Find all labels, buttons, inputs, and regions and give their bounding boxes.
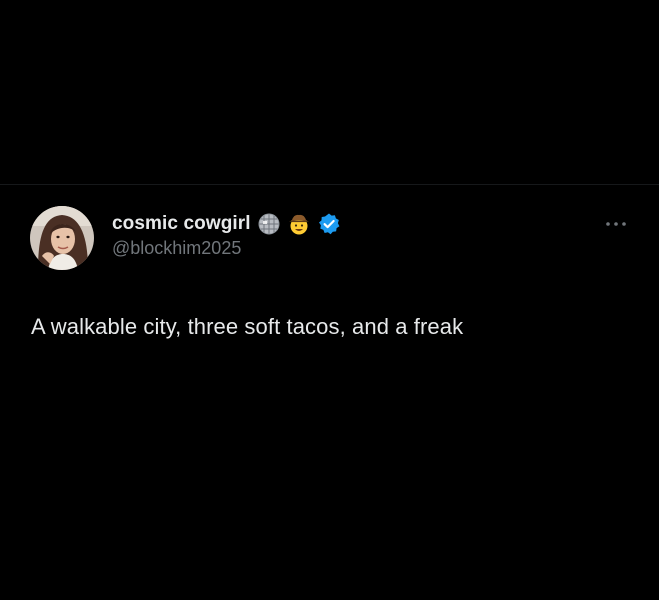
name-row: cosmic cowgirl [112,211,341,237]
tweet-header: cosmic cowgirl @blockhim2025 [112,211,341,259]
display-name[interactable]: cosmic cowgirl [112,213,251,235]
more-options-icon[interactable] [603,217,629,231]
tweet: cosmic cowgirl @blockhim2025 A walkable … [0,185,659,600]
disco-ball-icon [257,212,281,236]
verified-badge-icon[interactable] [317,212,341,236]
cowboy-face-icon [287,212,311,236]
tweet-text: A walkable city, three soft tacos, and a… [31,314,464,339]
avatar-image [30,206,94,270]
user-handle[interactable]: @blockhim2025 [112,238,341,259]
avatar[interactable] [30,206,94,270]
